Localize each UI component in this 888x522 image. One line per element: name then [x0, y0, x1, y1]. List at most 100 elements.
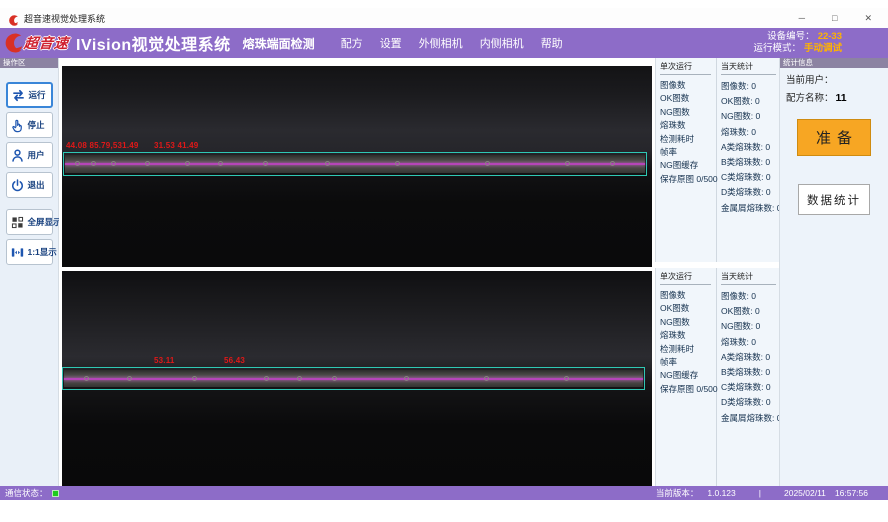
laser-line	[65, 163, 645, 165]
menu-item-recipe[interactable]: 配方	[341, 35, 363, 51]
button-label: 退出	[28, 179, 45, 191]
minimize-button[interactable]: ─	[799, 14, 805, 23]
button-label: 全屏显示	[28, 216, 62, 228]
measurement-annotation: 53.11	[154, 356, 175, 365]
feature-dot	[263, 161, 268, 166]
window-controls: ─ □ ✕	[799, 14, 872, 23]
feature-dot	[565, 161, 570, 166]
stat-row: D类熔珠数: 0	[721, 395, 781, 410]
device-info: 设备编号：22-33 运行模式：手动调试	[753, 31, 842, 55]
operation-sidebar: 操作区 运行停止用户退出全屏显示 1:1显示	[0, 58, 59, 486]
roi-rectangle	[62, 367, 645, 390]
stat-row: 帧率	[660, 146, 716, 159]
menu-item-help[interactable]: 帮助	[541, 35, 563, 51]
version-label: 当前版本：	[656, 487, 699, 499]
weld-strip	[65, 155, 645, 173]
feature-dot	[404, 376, 409, 381]
app-subtitle: 熔珠端面检测	[243, 35, 315, 52]
feature-dot	[185, 161, 190, 166]
current-user-label: 当前用户：	[786, 75, 834, 86]
stop-button[interactable]: 停止	[6, 112, 53, 138]
stat-row: 熔珠数	[660, 329, 716, 342]
run-button[interactable]: 运行	[6, 82, 53, 108]
one-to-one-button[interactable]: 1:1显示	[6, 239, 53, 265]
measurement-annotation: 31.53 41.49	[154, 141, 198, 150]
data-statistics-button[interactable]: 数据统计	[798, 184, 870, 215]
stat-col-single-run: 单次运行图像数OK图数NG图数熔珠数检测耗时帧率NG图缓存保存原图 0/500	[656, 268, 717, 486]
device-number-row: 设备编号：22-33	[753, 31, 842, 43]
feature-dot	[485, 161, 490, 166]
current-user-row: 当前用户：	[780, 68, 888, 86]
feature-dot	[75, 161, 80, 166]
feature-dot	[218, 161, 223, 166]
time-value: 16:57:56	[835, 488, 868, 498]
stat-row: 金属屑熔珠数: 0	[721, 201, 781, 216]
stat-row: B类熔珠数: 0	[721, 365, 781, 380]
stat-col-title: 当天统计	[721, 61, 776, 75]
app-logo-icon	[8, 13, 19, 24]
recipe-name-label: 配方名称：	[786, 93, 834, 104]
stop-icon	[10, 117, 26, 133]
stat-col-single-run: 单次运行图像数OK图数NG图数熔珠数检测耗时帧率NG图缓存保存原图 0/500	[656, 58, 717, 262]
feature-dot	[484, 376, 489, 381]
user-button[interactable]: 用户	[6, 142, 53, 168]
menu-item-inner-camera[interactable]: 内侧相机	[480, 35, 524, 51]
stats-panel-2: 单次运行图像数OK图数NG图数熔珠数检测耗时帧率NG图缓存保存原图 0/500 当…	[655, 268, 779, 486]
brand-swoosh-icon	[5, 33, 23, 53]
close-button[interactable]: ✕	[864, 14, 872, 23]
stat-row: NG图数	[660, 316, 716, 329]
outer-camera-viewport: 44.08 85.79,531.49 31.53 41.49	[62, 66, 652, 267]
maximize-button[interactable]: □	[832, 14, 837, 23]
stat-row: C类熔珠数: 0	[721, 170, 781, 185]
stat-col-title: 单次运行	[660, 271, 711, 285]
stat-col-title: 当天统计	[721, 271, 776, 285]
stat-row: 熔珠数: 0	[721, 125, 781, 140]
measurement-annotation: 44.08 85.79,531.49	[66, 141, 139, 150]
run-icon	[11, 87, 27, 103]
titlebar: 超音速视觉处理系统 ─ □ ✕	[0, 8, 888, 28]
menu-item-settings[interactable]: 设置	[380, 35, 402, 51]
menu-item-outer-camera[interactable]: 外侧相机	[419, 35, 463, 51]
feature-dot	[325, 161, 330, 166]
one-to-one-icon	[10, 244, 26, 260]
stat-row: 熔珠数	[660, 119, 716, 132]
stat-row: NG图数: 0	[721, 319, 781, 334]
camera-viewports: 44.08 85.79,531.49 31.53 41.49 53.11 56.43	[59, 58, 655, 486]
header-banner: 超音速 IVision视觉处理系统 熔珠端面检测 配方设置外侧相机内侧相机帮助 …	[0, 28, 888, 58]
measurement-annotation: 56.43	[224, 356, 245, 365]
stat-row: 检测耗时	[660, 133, 716, 146]
feature-dot	[111, 161, 116, 166]
comm-status-label: 通信状态：	[5, 487, 48, 499]
feature-dot	[145, 161, 150, 166]
exit-button[interactable]: 退出	[6, 172, 53, 198]
feature-dot	[395, 161, 400, 166]
recipe-name-value: 11	[836, 92, 847, 104]
fullscreen-icon	[10, 214, 26, 230]
stat-col-title: 单次运行	[660, 61, 711, 75]
brand-name: 超音速	[23, 33, 70, 53]
stat-row: OK图数	[660, 92, 716, 105]
stat-row: 保存原图 0/500	[660, 173, 716, 186]
feature-dot	[84, 376, 89, 381]
run-mode-row: 运行模式：手动调试	[753, 43, 842, 55]
comm-status-indicator	[52, 490, 59, 497]
sidebar-buttons: 运行停止用户退出全屏显示 1:1显示	[0, 68, 58, 269]
stat-col-today: 当天统计图像数: 0OK图数: 0NG图数: 0熔珠数: 0A类熔珠数: 0B类…	[717, 268, 781, 486]
menu-bar: 配方 设置 外侧相机 内侧相机 帮助	[341, 35, 563, 51]
feature-dot	[332, 376, 337, 381]
stat-row: NG图数	[660, 106, 716, 119]
prepare-button[interactable]: 准备	[797, 119, 871, 156]
sidebar-title: 操作区	[0, 58, 58, 68]
fullscreen-button[interactable]: 全屏显示	[6, 209, 53, 235]
stat-row: 图像数: 0	[721, 289, 781, 304]
run-mode-value: 手动调试	[804, 43, 842, 54]
button-label: 1:1显示	[28, 246, 57, 258]
weld-strip	[64, 370, 643, 387]
button-label: 停止	[28, 119, 45, 131]
status-bar: 通信状态： 当前版本： 1.0.123 | 2025/02/11 16:57:5…	[0, 486, 888, 500]
info-panel-title: 统计信息	[780, 58, 888, 68]
feature-dot	[192, 376, 197, 381]
inner-camera-viewport: 53.11 56.43	[62, 271, 652, 486]
stat-row: OK图数: 0	[721, 304, 781, 319]
stat-row: NG图缓存	[660, 369, 716, 382]
